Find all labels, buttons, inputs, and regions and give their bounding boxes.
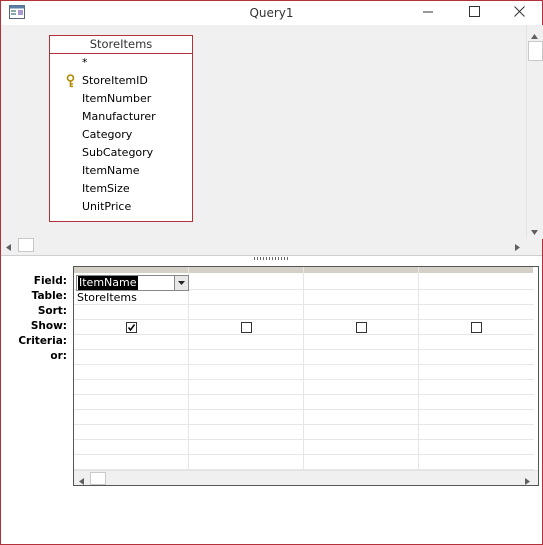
grid-column-divider bbox=[303, 267, 304, 471]
minimize-icon bbox=[422, 6, 434, 20]
grid-row-divider bbox=[74, 454, 534, 455]
grid-row-divider bbox=[74, 304, 534, 305]
grid-row-label: or: bbox=[50, 350, 67, 362]
show-checkbox[interactable] bbox=[356, 322, 367, 333]
grid-row-divider bbox=[74, 439, 534, 440]
field-name: StoreItemID bbox=[82, 74, 148, 87]
field-list-item[interactable]: UnitPrice bbox=[50, 198, 192, 216]
field-list-storeitems[interactable]: StoreItems * StoreItemID ItemNumber Manufac… bbox=[49, 35, 193, 222]
field-list-item[interactable]: SubCategory bbox=[50, 144, 192, 162]
maximize-icon bbox=[468, 6, 480, 20]
grid-row-label: Criteria: bbox=[18, 335, 67, 347]
grid-row-label: Show: bbox=[30, 320, 67, 332]
grid-row-divider bbox=[74, 394, 534, 395]
field-value[interactable]: ItemName bbox=[78, 276, 138, 290]
field-list-title[interactable]: StoreItems bbox=[50, 36, 192, 54]
chevron-down-icon bbox=[175, 280, 188, 293]
close-button[interactable] bbox=[499, 1, 539, 25]
grid-row-label: Sort: bbox=[37, 305, 67, 317]
grid-row-divider bbox=[74, 409, 534, 410]
scroll-thumb[interactable] bbox=[90, 472, 106, 485]
dropdown-button[interactable] bbox=[174, 276, 188, 290]
grid-row-label: Table: bbox=[31, 290, 67, 302]
field-list-item[interactable]: ItemNumber bbox=[50, 90, 192, 108]
scroll-thumb[interactable] bbox=[18, 238, 34, 252]
field-name: UnitPrice bbox=[82, 200, 132, 213]
checkmark-icon bbox=[127, 324, 136, 332]
scroll-right-icon[interactable] bbox=[525, 475, 530, 485]
field-list-item[interactable]: StoreItemID bbox=[50, 72, 192, 90]
column-selector[interactable] bbox=[189, 267, 304, 273]
grid-row-divider bbox=[74, 364, 534, 365]
field-name: * bbox=[82, 56, 88, 69]
grid-column-divider bbox=[418, 267, 419, 471]
field-list-item[interactable]: ItemName bbox=[50, 162, 192, 180]
grid-column-divider bbox=[188, 267, 189, 471]
field-combo-box[interactable]: ItemName bbox=[76, 275, 189, 291]
show-checkbox[interactable] bbox=[471, 322, 482, 333]
grid-row-divider bbox=[74, 349, 534, 350]
design-grid-pane: Field: Table: Sort: Show: Criteria: or: ItemN… bbox=[1, 262, 542, 544]
maximize-button[interactable] bbox=[454, 1, 494, 25]
table-pane[interactable]: StoreItems * StoreItemID ItemNumber Manufac… bbox=[1, 25, 543, 255]
field-name: SubCategory bbox=[82, 146, 154, 159]
field-list-item[interactable]: * bbox=[50, 54, 192, 72]
table-value[interactable]: StoreItems bbox=[77, 291, 137, 305]
grid-row-divider bbox=[74, 319, 534, 320]
field-list: * StoreItemID ItemNumber Manufacturer Catego… bbox=[50, 54, 192, 216]
title-bar[interactable]: Query1 bbox=[1, 1, 542, 25]
query-design-grid[interactable]: ItemName StoreItems bbox=[73, 266, 539, 486]
grid-row-label: Field: bbox=[33, 275, 67, 287]
field-name: ItemName bbox=[82, 164, 140, 177]
primary-key-icon bbox=[66, 74, 75, 88]
grid-row-divider bbox=[74, 334, 534, 335]
field-list-item[interactable]: Category bbox=[50, 126, 192, 144]
column-selector[interactable] bbox=[304, 267, 419, 273]
scroll-left-icon[interactable] bbox=[6, 241, 11, 254]
show-checkbox[interactable] bbox=[126, 322, 137, 333]
close-icon bbox=[513, 6, 525, 20]
scroll-left-icon[interactable] bbox=[79, 475, 84, 485]
field-name: ItemSize bbox=[82, 182, 130, 195]
grid-horizontal-scrollbar[interactable] bbox=[74, 470, 538, 485]
field-name: ItemNumber bbox=[82, 92, 152, 105]
show-checkbox[interactable] bbox=[241, 322, 252, 333]
grid-row-divider bbox=[74, 379, 534, 380]
table-pane-horizontal-scrollbar[interactable] bbox=[1, 237, 542, 253]
field-list-item[interactable]: ItemSize bbox=[50, 180, 192, 198]
splitter-grip-icon[interactable] bbox=[254, 257, 290, 260]
field-list-item[interactable]: Manufacturer bbox=[50, 108, 192, 126]
minimize-button[interactable] bbox=[408, 1, 448, 25]
column-selector[interactable] bbox=[74, 267, 189, 273]
scroll-right-icon[interactable] bbox=[515, 241, 520, 254]
table-pane-vertical-scrollbar[interactable] bbox=[526, 25, 543, 239]
scroll-thumb[interactable] bbox=[528, 41, 543, 61]
query-design-window: Query1 StoreItems * StoreItemID ItemNumber… bbox=[0, 0, 543, 545]
field-name: Category bbox=[82, 128, 133, 141]
grid-row-divider bbox=[74, 424, 534, 425]
field-name: Manufacturer bbox=[82, 110, 156, 123]
column-selector[interactable] bbox=[419, 267, 534, 273]
